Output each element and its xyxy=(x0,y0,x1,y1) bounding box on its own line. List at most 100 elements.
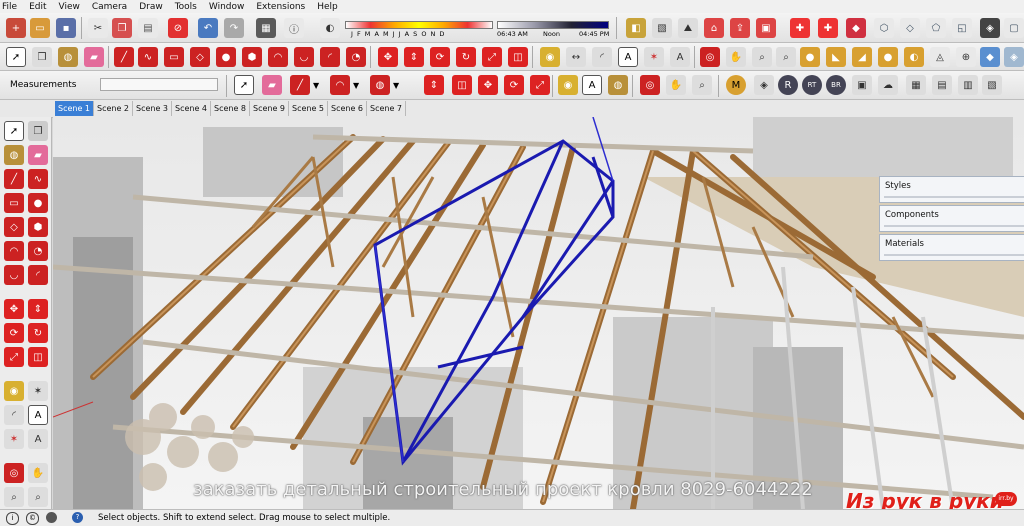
scene-tab-6[interactable]: Scene 6 xyxy=(328,101,368,116)
measurements-input[interactable] xyxy=(100,78,218,91)
xray-style-icon[interactable]: ◈ xyxy=(980,18,1000,38)
arc-side-icon[interactable]: ◠ xyxy=(4,241,24,261)
shadow-month-slider[interactable]: J F M A M J J A S O N D xyxy=(345,21,493,38)
scale-tool-icon[interactable]: ⤢ xyxy=(482,47,502,67)
circle-tool-icon[interactable]: ● xyxy=(216,47,236,67)
shadows-toggle-icon[interactable]: ◐ xyxy=(320,18,340,38)
two-point-arc-side-icon[interactable]: ◡ xyxy=(4,265,24,285)
menu-camera[interactable]: Camera xyxy=(92,2,127,12)
model-viewport[interactable]: Styles Components Materials заказать дет… xyxy=(53,117,1024,509)
section-display-icon[interactable]: ⊕ xyxy=(956,47,976,67)
rotate-tool-icon[interactable]: ⟳ xyxy=(430,47,450,67)
save-icon[interactable]: ▪ xyxy=(56,18,76,38)
arc-dropdown-chevron-icon[interactable]: ▼ xyxy=(353,81,359,90)
layout-icon[interactable]: ◆ xyxy=(846,18,866,38)
three-point-arc-side-icon[interactable]: ◜ xyxy=(28,265,48,285)
push-pull-side-icon[interactable]: ⇕ xyxy=(28,299,48,319)
two-point-arc-icon[interactable]: ◡ xyxy=(294,47,314,67)
cut-icon[interactable]: ✂ xyxy=(88,18,108,38)
component-side-icon[interactable]: ❒ xyxy=(28,121,48,141)
redo-icon[interactable]: ↷ xyxy=(224,18,244,38)
credits-icon[interactable]: © xyxy=(26,512,39,525)
plugin-br-icon[interactable]: BR xyxy=(826,75,846,95)
warehouse-icon[interactable]: ⌂ xyxy=(704,18,724,38)
menu-tools[interactable]: Tools xyxy=(175,2,197,12)
walk-tool-icon[interactable]: ● xyxy=(878,47,898,67)
paint-small-icon[interactable]: ◍ xyxy=(608,75,628,95)
shapes-small-icon[interactable]: ◍ xyxy=(370,75,390,95)
previous-view-icon[interactable]: ◣ xyxy=(826,47,846,67)
paste-icon[interactable]: ▤ xyxy=(138,18,158,38)
scene-tab-4[interactable]: Scene 4 xyxy=(172,101,212,116)
arc-small-icon[interactable]: ◠ xyxy=(330,75,350,95)
map-icon[interactable]: ◧ xyxy=(626,18,646,38)
plugin-grid-icon[interactable]: ▦ xyxy=(906,75,926,95)
info-icon[interactable]: i xyxy=(6,512,19,525)
scene-tab-3[interactable]: Scene 3 xyxy=(133,101,173,116)
protractor-side-icon[interactable]: ◜ xyxy=(4,405,24,425)
follow-me-side-icon[interactable]: ↻ xyxy=(28,323,48,343)
undo-icon[interactable]: ↶ xyxy=(198,18,218,38)
scene-tab-5[interactable]: Scene 5 xyxy=(289,101,329,116)
follow-me-icon[interactable]: ↻ xyxy=(456,47,476,67)
pan-tool-icon[interactable]: ✋ xyxy=(726,47,746,67)
line-small-icon[interactable]: ╱ xyxy=(290,75,310,95)
section-cuts-icon[interactable]: ◆ xyxy=(980,47,1000,67)
zoom-side-icon[interactable]: ⌕ xyxy=(4,487,24,507)
zoom-extents-icon[interactable]: ● xyxy=(800,47,820,67)
text-small-icon[interactable]: A xyxy=(582,75,602,95)
rotated-rect-icon[interactable]: ◇ xyxy=(190,47,210,67)
3d-text-side-icon[interactable]: A xyxy=(28,429,48,449)
offset-small-icon[interactable]: ◫ xyxy=(452,75,472,95)
section-fill-icon[interactable]: ◈ xyxy=(1004,47,1024,67)
select-tool-icon[interactable]: ➚ xyxy=(6,47,26,67)
shadow-time-slider[interactable]: 06:43 AM Noon 04:45 PM xyxy=(497,21,609,38)
photo-texture-icon[interactable]: ▧ xyxy=(652,18,672,38)
erase-icon[interactable]: ⊘ xyxy=(168,18,188,38)
model-info-icon[interactable]: ⓘ xyxy=(284,18,304,38)
wireframe-style-icon[interactable]: ▢ xyxy=(1004,18,1024,38)
menu-extensions[interactable]: Extensions xyxy=(256,2,305,12)
menu-help[interactable]: Help xyxy=(317,2,338,12)
materials-panel[interactable]: Materials xyxy=(879,234,1024,261)
section-plane-icon[interactable]: ◬ xyxy=(930,47,950,67)
text-tool-icon[interactable]: A xyxy=(618,47,638,67)
new-file-icon[interactable]: + xyxy=(6,18,26,38)
paint-bucket-icon[interactable]: ◍ xyxy=(58,47,78,67)
scene-tab-8[interactable]: Scene 8 xyxy=(211,101,251,116)
iso-view-icon[interactable]: ⬡ xyxy=(874,18,894,38)
line-tool-icon[interactable]: ╱ xyxy=(114,47,134,67)
menu-file[interactable]: File xyxy=(2,2,17,12)
zoom-window-side-icon[interactable]: ⌕ xyxy=(28,487,48,507)
polygon-tool-icon[interactable]: ⬢ xyxy=(242,47,262,67)
component-icon[interactable]: ❒ xyxy=(32,47,52,67)
plugin-rt-icon[interactable]: RT xyxy=(802,75,822,95)
pan-small-icon[interactable]: ✋ xyxy=(666,75,686,95)
plugin-doc-icon[interactable]: ▧ xyxy=(982,75,1002,95)
styles-panel[interactable]: Styles xyxy=(879,176,1024,203)
move-tool-icon[interactable]: ✥ xyxy=(378,47,398,67)
line-dropdown-chevron-icon[interactable]: ▼ xyxy=(313,81,319,90)
freehand-side-icon[interactable]: ∿ xyxy=(28,169,48,189)
protractor-icon[interactable]: ◜ xyxy=(592,47,612,67)
3d-text-icon[interactable]: A xyxy=(670,47,690,67)
zoom-window-icon[interactable]: ⌕ xyxy=(776,47,796,67)
tape-small-icon[interactable]: ◉ xyxy=(558,75,578,95)
line-side-icon[interactable]: ╱ xyxy=(4,169,24,189)
eraser-icon[interactable]: ▰ xyxy=(84,47,104,67)
select-tool-side-icon[interactable]: ➚ xyxy=(4,121,24,141)
open-file-icon[interactable]: ▭ xyxy=(30,18,50,38)
scene-tab-1[interactable]: Scene 1 xyxy=(55,101,95,116)
components-panel[interactable]: Components xyxy=(879,205,1024,232)
look-around-icon[interactable]: ◐ xyxy=(904,47,924,67)
help-icon[interactable]: ? xyxy=(72,512,83,523)
move-small-icon[interactable]: ✥ xyxy=(478,75,498,95)
print-icon[interactable]: ▦ xyxy=(256,18,276,38)
top-view-icon[interactable]: ◇ xyxy=(900,18,920,38)
plugin-tag-icon[interactable]: ◈ xyxy=(754,75,774,95)
orbit-tool-icon[interactable]: ◎ xyxy=(700,47,720,67)
scale-side-icon[interactable]: ⤢ xyxy=(4,347,24,367)
menu-edit[interactable]: Edit xyxy=(29,2,46,12)
push-pull-small-icon[interactable]: ⇕ xyxy=(424,75,444,95)
pie-side-icon[interactable]: ◔ xyxy=(28,241,48,261)
